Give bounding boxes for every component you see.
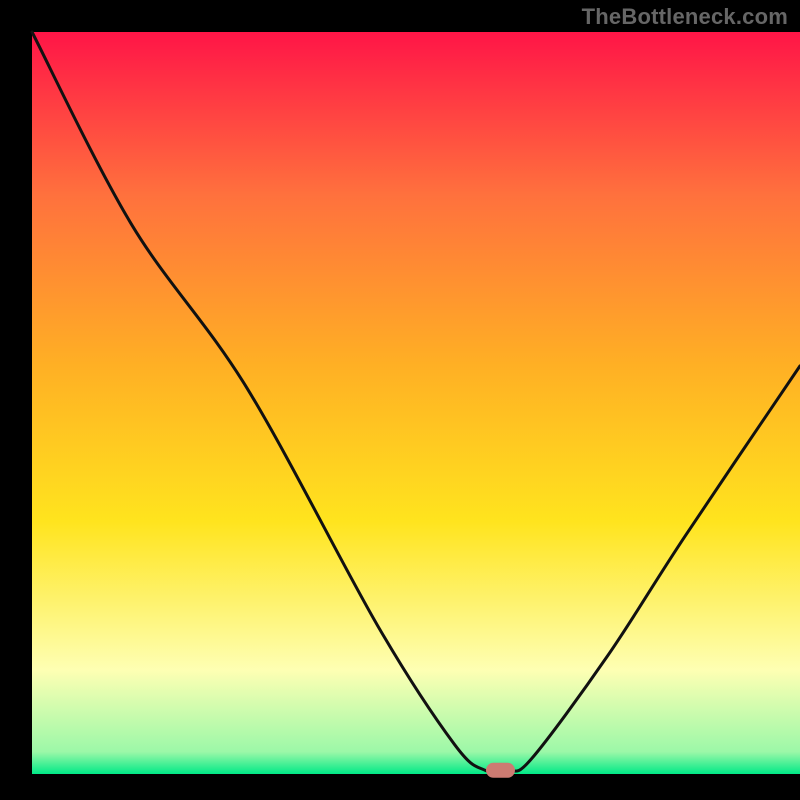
optimum-marker xyxy=(486,763,514,777)
plot-background xyxy=(32,32,800,774)
watermark-text: TheBottleneck.com xyxy=(582,4,788,30)
chart-container: { "watermark": "TheBottleneck.com", "cha… xyxy=(0,0,800,800)
bottleneck-chart xyxy=(0,0,800,800)
